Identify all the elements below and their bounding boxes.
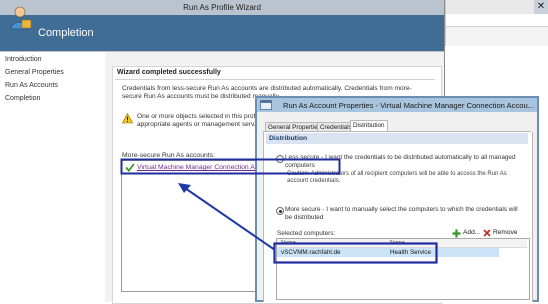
- wizard-titlebar: Run As Profile Wizard: [0, 0, 444, 15]
- nav-item-run-as-accounts[interactable]: Run As Accounts: [5, 82, 58, 89]
- wizard-header: Completion: [0, 15, 444, 51]
- properties-title: Run As Account Properties - Virtual Mach…: [283, 101, 535, 110]
- properties-titlebar: Run As Account Properties - Virtual Mach…: [257, 98, 537, 112]
- background-window-titlebar: [446, 0, 548, 14]
- less-secure-label: Less secure - I want the credentials to …: [285, 154, 516, 169]
- warning-icon: [122, 113, 133, 124]
- remove-button[interactable]: Remove: [483, 229, 518, 236]
- more-secure-radio[interactable]: [276, 207, 284, 215]
- nav-item-completion[interactable]: Completion: [5, 95, 40, 102]
- caution-text: Caution: Administrators of all recipient…: [287, 171, 507, 185]
- column-header-type[interactable]: Name: [390, 239, 405, 247]
- close-button[interactable]: ✕: [534, 0, 548, 14]
- distribution-section-title: Distribution: [269, 135, 308, 142]
- background-window: [445, 0, 548, 46]
- less-secure-radio[interactable]: [276, 155, 284, 163]
- wizard-title: Run As Profile Wizard: [183, 3, 261, 12]
- wizard-page-title: Completion: [38, 27, 94, 39]
- computer-name-cell: vSCVMM.rachfahl.de: [281, 249, 341, 256]
- nav-item-general-properties[interactable]: General Properties: [5, 69, 64, 76]
- wizard-nav: Introduction General Properties Run As A…: [0, 52, 105, 302]
- add-button[interactable]: Add...: [452, 229, 480, 236]
- distribution-section-header: Distribution: [266, 133, 528, 144]
- nav-item-introduction[interactable]: Introduction: [5, 56, 42, 63]
- completed-title: Wizard completed successfully: [117, 69, 221, 76]
- computer-type-cell: Health Service: [390, 249, 431, 256]
- check-icon: [125, 163, 135, 172]
- selected-computers-label: Selected computers:: [277, 230, 336, 237]
- more-secure-option-label: More secure - I want to manually select …: [285, 206, 518, 221]
- more-secure-label: More-secure Run As accounts:: [122, 152, 215, 159]
- column-header-name[interactable]: Name: [281, 239, 296, 247]
- title-rule: [115, 79, 435, 80]
- background-window-tabstrip: [446, 14, 548, 27]
- user-wizard-icon: [10, 6, 32, 30]
- properties-window-icon: [260, 100, 272, 110]
